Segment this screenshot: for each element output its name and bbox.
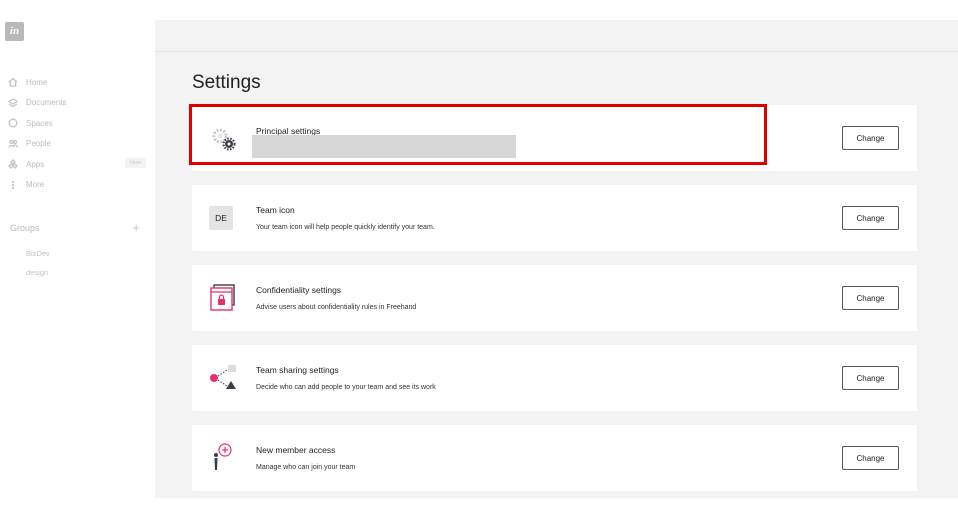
team-sharing-settings-card: Team sharing settings Decide who can add…	[192, 345, 917, 411]
team-badge: DE	[209, 206, 233, 230]
sidebar-item-apps[interactable]: Apps New	[8, 154, 146, 175]
sidebar-item-label: Documents	[26, 98, 67, 108]
confidentiality-settings-card: Confidentiality settings Advise users ab…	[192, 265, 917, 331]
sidebar-item-label: More	[26, 180, 45, 190]
card-title: Team sharing settings	[256, 365, 339, 375]
sidebar-item-label: Apps	[26, 159, 45, 169]
groups-title: Groups	[10, 222, 40, 233]
group-item-design[interactable]: design	[26, 268, 48, 277]
page-title: Settings	[192, 72, 261, 93]
sidebar-item-more[interactable]: More	[8, 175, 146, 196]
card-description: Manage who can join your team	[256, 464, 356, 471]
card-title: Confidentiality settings	[256, 285, 342, 295]
sidebar-item-label: Spaces	[26, 118, 53, 128]
sidebar: in Home Documents Spaces People Apps New…	[0, 0, 155, 505]
lock-window-icon	[210, 284, 235, 311]
card-title: New member access	[256, 445, 336, 455]
redacted-description	[252, 135, 516, 158]
add-group-button[interactable]: +	[132, 220, 140, 235]
sidebar-item-label: People	[26, 139, 51, 149]
confidentiality-settings-change-button[interactable]: Change	[842, 286, 899, 310]
sidebar-nav: Home Documents Spaces People Apps New Mo…	[8, 72, 146, 195]
card-description: Decide who can add people to your team a…	[256, 384, 436, 391]
main-content: Settings Principal settings Change DE Te…	[155, 20, 958, 498]
add-member-icon	[214, 443, 232, 470]
share-icon	[210, 365, 236, 389]
new-badge: New	[124, 158, 146, 168]
sidebar-item-people[interactable]: People	[8, 134, 146, 155]
invision-logo[interactable]: in	[5, 22, 24, 41]
sidebar-item-home[interactable]: Home	[8, 72, 146, 93]
team-icon-change-button[interactable]: Change	[842, 206, 899, 230]
sidebar-item-label: Home	[26, 77, 48, 87]
card-description: Your team icon will help people quickly …	[256, 224, 435, 231]
sidebar-item-spaces[interactable]: Spaces	[8, 113, 146, 134]
groups-header: Groups +	[10, 220, 140, 235]
principal-settings-card: Principal settings Change	[192, 105, 917, 171]
layers-icon	[8, 97, 18, 108]
group-item-bizdev[interactable]: BizDev	[26, 249, 50, 258]
team-sharing-settings-change-button[interactable]: Change	[842, 366, 899, 390]
card-title: Team icon	[256, 205, 295, 215]
new-member-access-change-button[interactable]: Change	[842, 446, 899, 470]
home-icon	[8, 77, 18, 87]
principal-settings-change-button[interactable]: Change	[842, 126, 899, 150]
app-window: in Home Documents Spaces People Apps New…	[0, 0, 958, 505]
card-description: Advise users about confidentiality rules…	[256, 304, 417, 311]
top-bar	[155, 20, 958, 52]
people-icon	[8, 139, 18, 148]
team-icon-card: DE Team icon Your team icon will help pe…	[192, 185, 917, 251]
circle-icon	[8, 118, 18, 128]
more-icon	[11, 180, 15, 189]
new-member-access-card: New member access Manage who can join yo…	[192, 425, 917, 491]
apps-icon	[8, 159, 18, 170]
gears-icon	[212, 128, 236, 151]
sidebar-item-documents[interactable]: Documents	[8, 93, 146, 114]
